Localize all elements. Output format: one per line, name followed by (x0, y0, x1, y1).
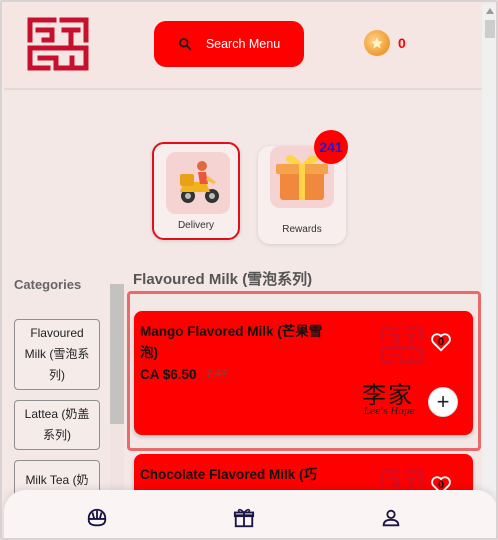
delivery-scooter-icon (166, 152, 230, 214)
delivery-tile[interactable]: Delivery (152, 142, 240, 240)
brand-english: Lee's Hope (364, 407, 415, 417)
search-icon (178, 38, 191, 51)
coin-balance[interactable]: 0 (364, 30, 406, 56)
menu-bowl-icon[interactable] (86, 507, 108, 529)
like-count: 0 (438, 336, 445, 348)
product-price: CA $6.50 (140, 367, 197, 382)
bottom-navigation (4, 490, 496, 538)
product-old-price: 7.47 (206, 368, 228, 380)
lees-logo-icon[interactable] (24, 10, 92, 78)
search-menu-button[interactable]: Search Menu (154, 21, 304, 67)
header-divider (4, 88, 482, 90)
delivery-label: Delivery (177, 220, 215, 231)
category-lattea[interactable]: Lattea (奶盖系列) (14, 400, 100, 450)
rewards-badge: 241 (314, 130, 348, 164)
coin-icon (364, 30, 390, 56)
search-menu-label: Search Menu (205, 37, 281, 51)
user-icon[interactable] (380, 507, 402, 529)
categories-scrollbar-thumb[interactable] (110, 284, 124, 424)
rewards-label: Rewards (282, 224, 322, 235)
product-name: Mango Flavored Milk (芒果雪泡) (140, 324, 323, 360)
add-to-cart-button[interactable]: + (428, 387, 458, 417)
page-scrollbar-track[interactable] (482, 4, 496, 538)
plus-icon: + (436, 389, 450, 414)
gift-icon[interactable] (233, 507, 255, 529)
coin-count: 0 (398, 35, 406, 51)
app-frame: Search Menu 0 Delivery Rewards 241 Categ… (0, 0, 498, 540)
section-title: Flavoured Milk (雪泡系列) (133, 271, 313, 288)
brand-chinese: 李家 (362, 381, 414, 409)
product-card[interactable]: Mango Flavored Milk (芒果雪泡) CA $6.50 7.47… (134, 311, 473, 435)
category-flavoured-milk[interactable]: Flavoured Milk (雪泡系列) (14, 319, 100, 390)
scroll-up-arrow-icon[interactable] (486, 8, 494, 14)
categories-title: Categories (14, 277, 82, 292)
page-scrollbar-thumb[interactable] (485, 20, 495, 38)
product-name: Chocolate Flavored Milk (巧 (140, 467, 318, 482)
product-logo-icon (380, 326, 424, 364)
